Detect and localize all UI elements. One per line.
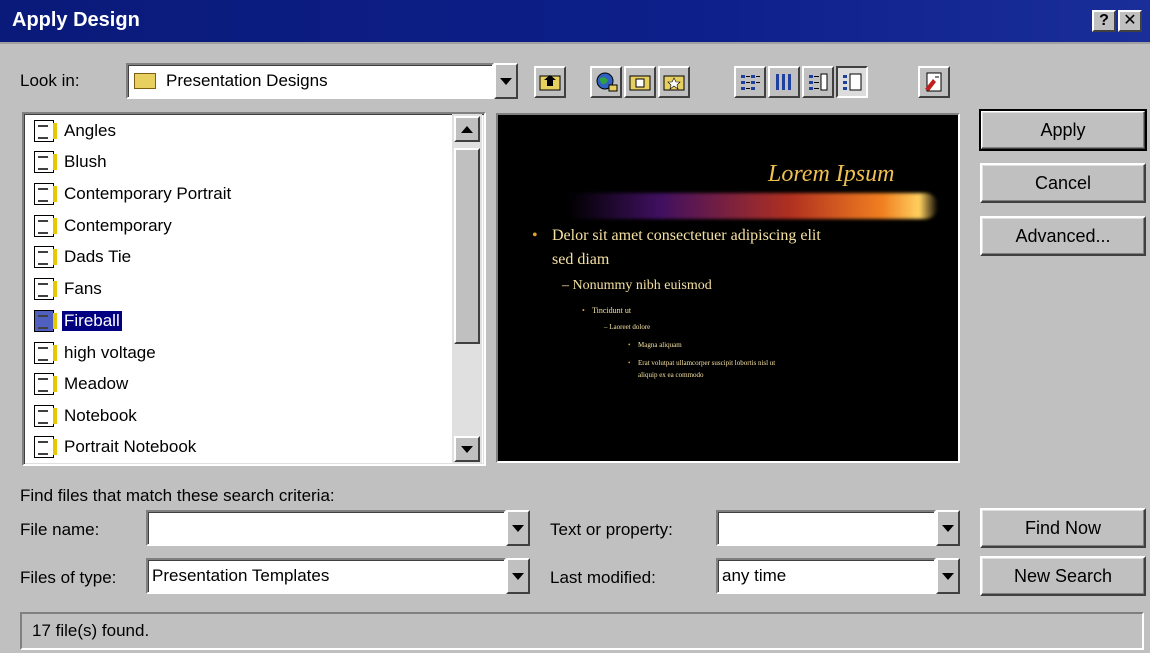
apply-button[interactable]: Apply (979, 109, 1147, 151)
bullet-dot: • (582, 306, 585, 315)
look-in-combo[interactable]: Presentation Designs (126, 63, 518, 99)
last-modified-label: Last modified: (550, 568, 656, 587)
template-file-icon (34, 183, 57, 205)
details-view-icon[interactable] (768, 66, 800, 98)
chevron-down-icon[interactable] (936, 510, 960, 546)
template-file-icon (34, 310, 57, 332)
preview-bullet-2: – Nonummy nibh euismod (562, 278, 712, 293)
list-item[interactable]: Portrait Notebook (34, 432, 198, 462)
file-name-input[interactable] (146, 510, 506, 546)
preview-view-icon[interactable] (836, 66, 868, 98)
file-list[interactable]: Angles Blush Contemporary Portrait Conte… (22, 112, 486, 466)
preview-bullet-1b: sed diam (552, 251, 610, 268)
window-title: Apply Design (12, 9, 140, 31)
template-file-icon (34, 436, 57, 458)
status-bar: 17 file(s) found. (20, 612, 1144, 650)
design-preview: Lorem Ipsum • Delor sit amet consectetue… (496, 113, 960, 463)
fireball-streak (568, 193, 938, 219)
list-view-icon[interactable] (734, 66, 766, 98)
chevron-down-icon[interactable] (506, 558, 530, 594)
scroll-down-icon[interactable] (454, 436, 480, 462)
template-file-icon (34, 278, 57, 300)
file-name-field[interactable] (146, 510, 530, 546)
folder-icon (134, 73, 156, 89)
template-file-icon (34, 215, 57, 237)
preview-bullet-6: Erat volutpat ullamcorper suscipit lobor… (638, 359, 776, 367)
properties-view-icon[interactable] (802, 66, 834, 98)
scroll-up-icon[interactable] (454, 116, 480, 142)
look-in-label: Look in: (20, 71, 80, 90)
text-property-field[interactable] (716, 510, 960, 546)
list-item[interactable]: Contemporary (34, 211, 174, 241)
files-of-type-value[interactable]: Presentation Templates (146, 558, 506, 594)
template-file-icon (34, 120, 57, 142)
chevron-down-icon[interactable] (936, 558, 960, 594)
preview-bullet-6b: aliquip ex ea commodo (638, 371, 704, 379)
preview-bullet-4: – Laoreet dolore (604, 323, 651, 331)
help-button[interactable]: ? (1092, 10, 1116, 32)
file-list-scrollbar[interactable] (452, 114, 482, 464)
template-file-icon (34, 342, 57, 364)
template-file-icon (34, 246, 57, 268)
advanced-button[interactable]: Advanced... (980, 216, 1146, 256)
search-web-icon[interactable] (590, 66, 622, 98)
files-of-type-select[interactable]: Presentation Templates (146, 558, 530, 594)
chevron-down-icon[interactable] (494, 63, 518, 99)
preview-bullet-5: Magna aliquam (638, 341, 682, 349)
files-of-type-label: Files of type: (20, 568, 117, 587)
look-in-favorites-icon[interactable] (624, 66, 656, 98)
text-property-label: Text or property: (550, 520, 673, 539)
up-one-level-icon[interactable] (534, 66, 566, 98)
chevron-down-icon[interactable] (506, 510, 530, 546)
preview-bullet-3: Tincidunt ut (592, 306, 632, 315)
close-button[interactable]: ✕ (1118, 10, 1142, 32)
last-modified-select[interactable]: any time (716, 558, 960, 594)
template-file-icon (34, 151, 57, 173)
list-item[interactable]: Contemporary Portrait (34, 179, 233, 209)
list-item[interactable]: Fans (34, 274, 104, 304)
cancel-button[interactable]: Cancel (980, 163, 1146, 203)
list-item[interactable]: Meadow (34, 369, 130, 399)
last-modified-value[interactable]: any time (716, 558, 936, 594)
find-now-button[interactable]: Find Now (980, 508, 1146, 548)
list-item[interactable]: high voltage (34, 338, 158, 368)
preview-bullet-1: Delor sit amet consectetuer adipiscing e… (552, 227, 821, 244)
list-item-selected[interactable]: Fireball (34, 306, 123, 336)
look-in-value: Presentation Designs (166, 71, 328, 90)
text-property-input[interactable] (716, 510, 936, 546)
template-file-icon (34, 405, 57, 427)
commands-and-settings-icon[interactable] (918, 66, 950, 98)
preview-title: Lorem Ipsum (768, 161, 895, 187)
list-item[interactable]: Notebook (34, 401, 139, 431)
new-search-button[interactable]: New Search (980, 556, 1146, 596)
list-item[interactable]: Dads Tie (34, 242, 133, 272)
template-file-icon (34, 373, 57, 395)
search-criteria-heading: Find files that match these search crite… (20, 486, 335, 505)
bullet-dot: • (628, 341, 631, 349)
bullet-dot: • (628, 359, 631, 367)
file-name-label: File name: (20, 520, 100, 539)
list-item[interactable]: Angles (34, 116, 118, 146)
bullet-dot: • (532, 227, 538, 244)
scrollbar-thumb[interactable] (454, 148, 480, 344)
status-text: 17 file(s) found. (32, 621, 150, 640)
add-to-favorites-icon[interactable] (658, 66, 690, 98)
list-item[interactable]: Blush (34, 147, 109, 177)
title-bar: Apply Design ? ✕ (0, 0, 1150, 44)
